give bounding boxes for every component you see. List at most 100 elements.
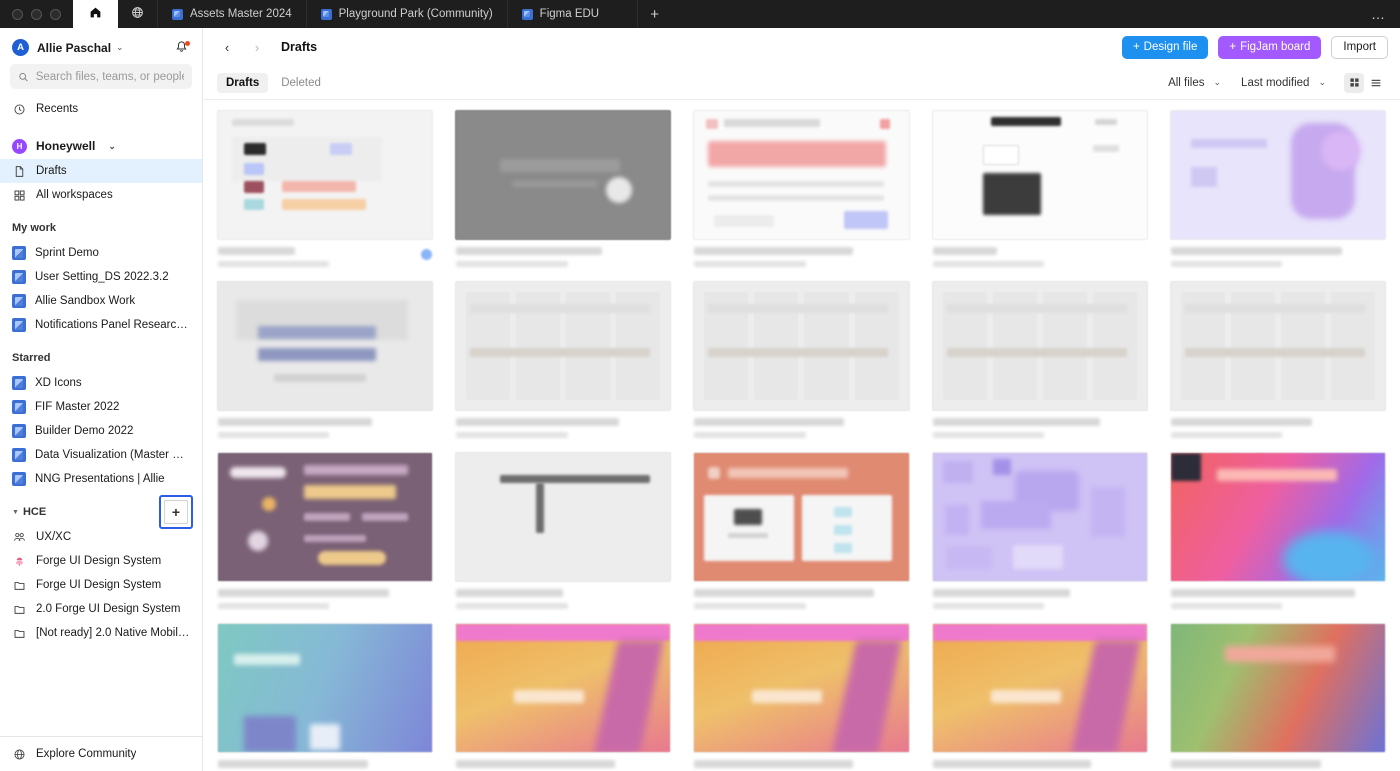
sidebar-item-forge-ui-design-system-project[interactable]: Forge UI Design System: [0, 549, 202, 573]
sidebar-item-builder-demo-2022[interactable]: Builder Demo 2022: [0, 419, 202, 443]
sidebar-item-notifications-panel-research[interactable]: Notifications Panel Research | PI.202...: [0, 313, 202, 337]
figma-app-window: Assets Master 2024 Playground Park (Comm…: [0, 0, 1400, 771]
sidebar-item-2-0-forge-ui-design-system[interactable]: 2.0 Forge UI Design System: [0, 597, 202, 621]
file-name: [694, 418, 845, 426]
grid-view-button[interactable]: [1344, 72, 1364, 93]
sidebar-item-not-ready-native-mobile-forge[interactable]: [Not ready] 2.0 Native Mobile Forge ...: [0, 621, 202, 645]
sidebar-item-explore-community[interactable]: Explore Community: [0, 742, 202, 766]
sidebar-item-allie-sandbox-work[interactable]: Allie Sandbox Work: [0, 289, 202, 313]
file-thumbnail[interactable]: [1169, 623, 1386, 753]
file-thumbnail[interactable]: [1169, 452, 1386, 582]
file-card[interactable]: [217, 623, 434, 771]
back-button[interactable]: ‹: [217, 37, 237, 57]
file-card[interactable]: [693, 281, 910, 450]
file-thumbnail[interactable]: [693, 281, 910, 411]
maximize-window-button[interactable]: [50, 8, 61, 20]
sidebar-workspace-honeywell[interactable]: H Honeywell ⌄: [0, 133, 202, 159]
file-thumbnail[interactable]: [455, 623, 672, 753]
window-traffic-lights[interactable]: [0, 0, 73, 28]
tab-assets-master-2024[interactable]: Assets Master 2024: [158, 0, 307, 28]
file-thumbnail[interactable]: [931, 452, 1148, 582]
file-card[interactable]: [1169, 623, 1386, 771]
search-box[interactable]: [10, 64, 192, 89]
file-thumbnail[interactable]: [931, 281, 1148, 411]
window-overflow-menu-button[interactable]: …: [1357, 0, 1400, 28]
file-thumbnail[interactable]: [931, 623, 1148, 753]
sidebar-item-sprint-demo[interactable]: Sprint Demo: [0, 241, 202, 265]
sidebar-item-recents[interactable]: Recents: [0, 97, 202, 121]
file-thumbnail[interactable]: [217, 623, 434, 753]
forward-button[interactable]: ›: [247, 37, 267, 57]
sidebar-item-label: Sprint Demo: [35, 247, 99, 259]
file-thumbnail[interactable]: [693, 623, 910, 753]
file-thumbnail[interactable]: [693, 110, 910, 240]
sidebar-item-user-setting-ds[interactable]: User Setting_DS 2022.3.2: [0, 265, 202, 289]
file-thumbnail[interactable]: [217, 452, 434, 582]
new-figjam-board-button[interactable]: + FigJam board: [1218, 35, 1322, 59]
file-card[interactable]: [217, 110, 434, 279]
tab-playground-park[interactable]: Playground Park (Community): [307, 0, 508, 28]
sidebar-item-nng-presentations[interactable]: NNG Presentations | Allie: [0, 467, 202, 491]
add-project-button[interactable]: +: [159, 495, 193, 529]
file-card[interactable]: [931, 110, 1148, 279]
file-name: [694, 760, 853, 768]
figma-file-icon: [521, 8, 533, 20]
file-card[interactable]: [693, 623, 910, 771]
import-button[interactable]: Import: [1331, 35, 1388, 59]
new-design-file-button[interactable]: + Design file: [1121, 35, 1209, 59]
file-card[interactable]: [693, 452, 910, 621]
sidebar-item-label: Allie Sandbox Work: [35, 295, 136, 307]
file-card[interactable]: [455, 110, 672, 279]
search-icon: [19, 72, 28, 81]
file-card[interactable]: [931, 623, 1148, 771]
sidebar-account-header[interactable]: A Allie Paschal ⌄: [0, 28, 202, 64]
file-card[interactable]: [931, 452, 1148, 621]
notification-badge: [185, 40, 190, 46]
list-view-button[interactable]: [1366, 73, 1386, 93]
sidebar-item-all-workspaces[interactable]: All workspaces: [0, 183, 202, 207]
file-card[interactable]: [217, 281, 434, 450]
file-card[interactable]: [931, 281, 1148, 450]
sidebar-item-fif-master-2022[interactable]: FIF Master 2022: [0, 395, 202, 419]
sidebar-item-xd-icons[interactable]: XD Icons: [0, 371, 202, 395]
file-card[interactable]: [217, 452, 434, 621]
filter-all-files[interactable]: All files ⌄: [1160, 77, 1229, 89]
sidebar-item-label: Explore Community: [36, 748, 137, 760]
sidebar-item-label: [Not ready] 2.0 Native Mobile Forge ...: [36, 627, 190, 639]
tab-home[interactable]: [73, 0, 118, 28]
file-thumbnail[interactable]: [217, 110, 434, 240]
file-card[interactable]: [1169, 452, 1386, 621]
file-thumbnail[interactable]: [217, 281, 434, 411]
file-card[interactable]: [455, 623, 672, 771]
sort-last-modified[interactable]: Last modified ⌄: [1233, 77, 1334, 89]
tab-drafts[interactable]: Drafts: [217, 72, 269, 93]
sidebar-item-label: Recents: [36, 103, 79, 115]
file-card[interactable]: [1169, 281, 1386, 450]
tab-figma-edu[interactable]: Figma EDU: [508, 0, 638, 28]
file-thumbnail[interactable]: [455, 452, 672, 582]
new-tab-button[interactable]: +: [638, 0, 672, 28]
file-thumbnail[interactable]: [1169, 110, 1386, 240]
file-thumbnail[interactable]: [455, 281, 672, 411]
file-thumbnail[interactable]: [1169, 281, 1386, 411]
file-card[interactable]: [1169, 110, 1386, 279]
sidebar-item-data-visualization[interactable]: Data Visualization (Master @ d7854b4): [0, 443, 202, 467]
file-thumbnail[interactable]: [931, 110, 1148, 240]
sidebar-item-forge-ui-design-system-folder[interactable]: Forge UI Design System: [0, 573, 202, 597]
file-card[interactable]: [455, 281, 672, 450]
sidebar-item-drafts[interactable]: Drafts: [0, 159, 202, 183]
minimize-window-button[interactable]: [31, 8, 42, 20]
notifications-button[interactable]: [174, 40, 190, 56]
file-card[interactable]: [693, 110, 910, 279]
file-meta: [694, 603, 806, 609]
tab-community[interactable]: [118, 0, 158, 28]
section-header-hce[interactable]: ▼ HCE ··· +: [0, 495, 202, 529]
file-thumbnail[interactable]: [693, 452, 910, 582]
file-card[interactable]: [455, 452, 672, 621]
file-thumbnail[interactable]: [455, 110, 672, 240]
triangle-down-icon[interactable]: ▼: [12, 509, 19, 516]
folder-icon: [12, 602, 27, 617]
close-window-button[interactable]: [12, 8, 23, 20]
tab-deleted[interactable]: Deleted: [272, 73, 330, 93]
search-input[interactable]: [35, 70, 184, 83]
